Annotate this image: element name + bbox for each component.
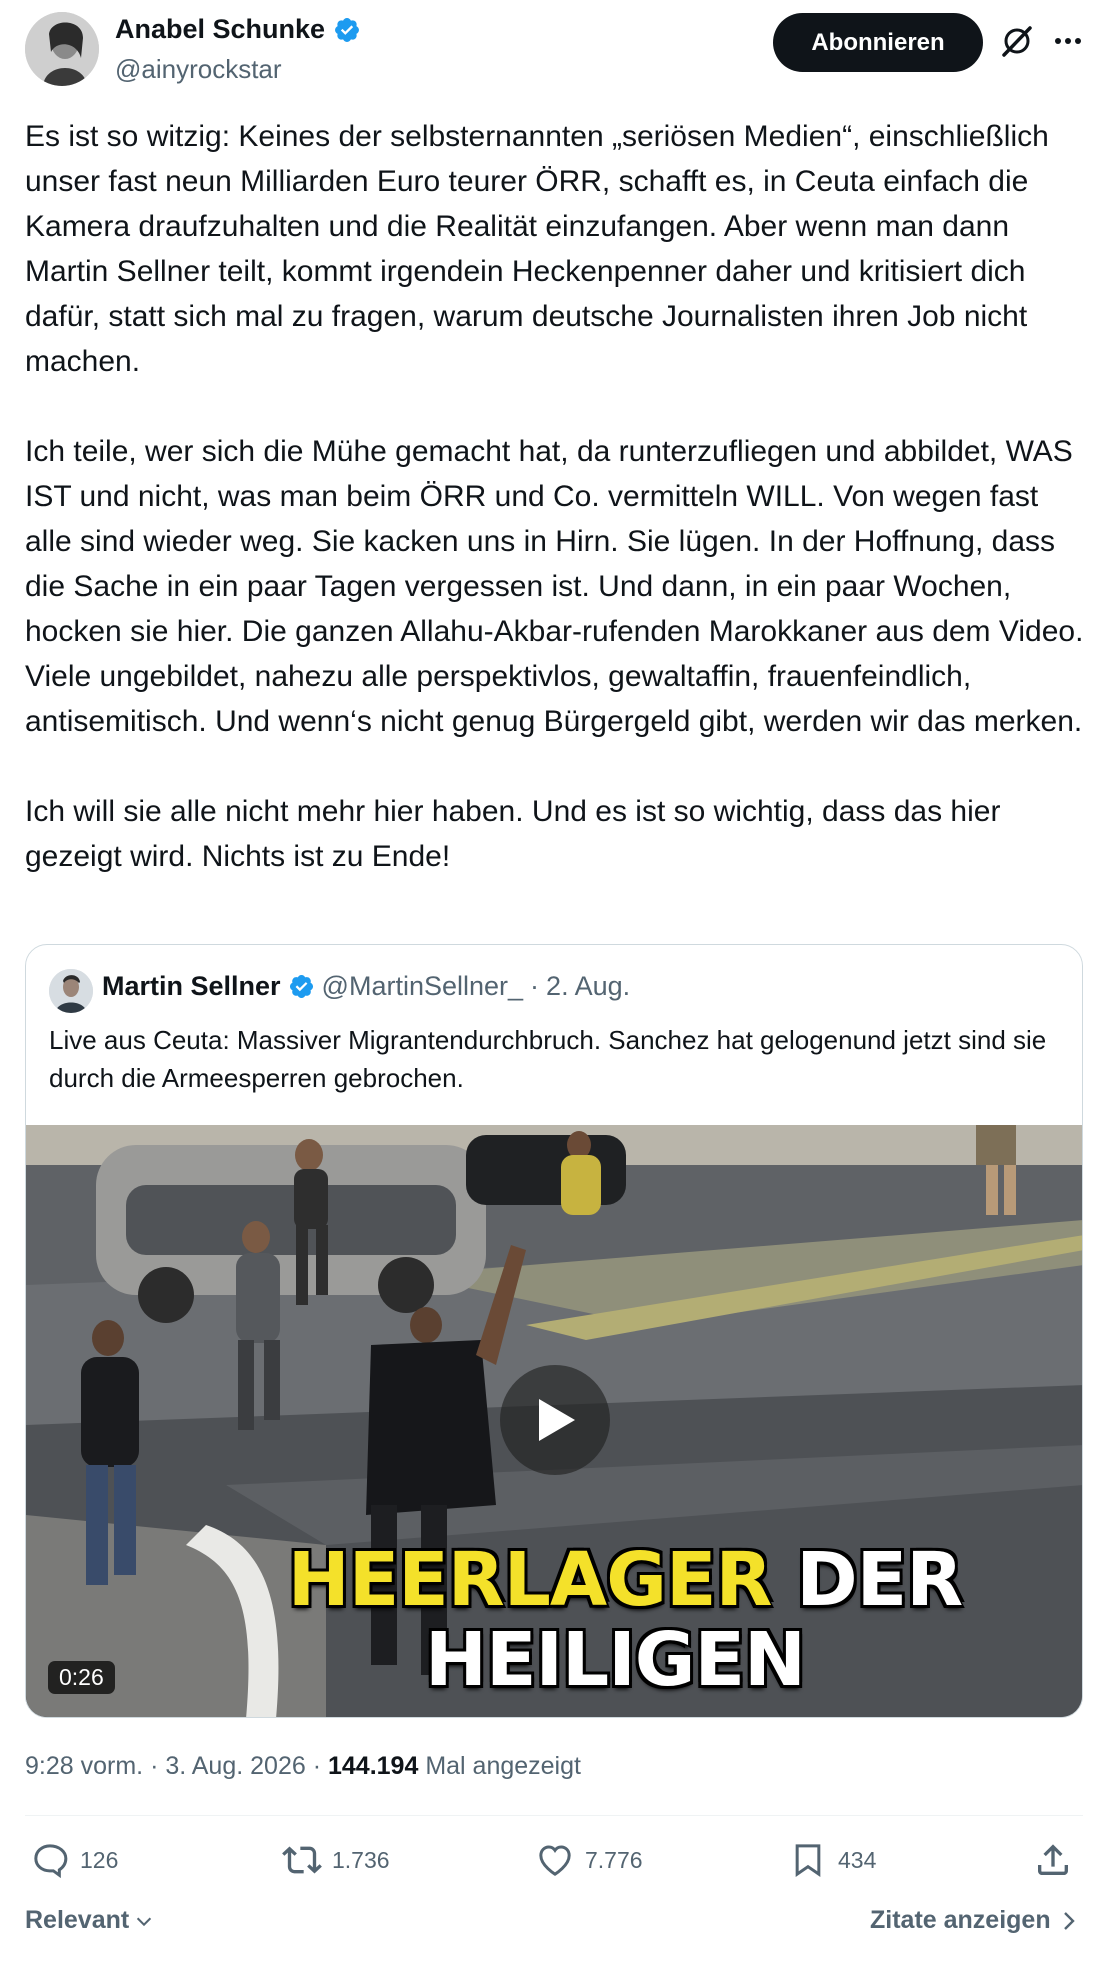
bookmark-icon xyxy=(795,1844,821,1878)
meta-separator: · xyxy=(150,1752,159,1780)
view-quotes-label: Zitate anzeigen xyxy=(870,1906,1051,1934)
more-dots-icon[interactable] xyxy=(1048,22,1088,60)
heart-icon xyxy=(539,1845,571,1876)
play-button[interactable] xyxy=(500,1365,610,1475)
like-button[interactable]: 7.776 xyxy=(535,1840,643,1880)
share-icon xyxy=(1038,1844,1068,1875)
tweet-date[interactable]: 3. Aug. 2026 xyxy=(165,1752,305,1780)
bookmark-count: 434 xyxy=(838,1846,877,1873)
view-quotes-link[interactable]: Zitate anzeigen xyxy=(870,1906,1079,1935)
view-count: 144.194 xyxy=(327,1752,419,1780)
reply-icon xyxy=(34,1844,68,1879)
reply-count: 126 xyxy=(80,1846,119,1873)
view-count-label: Mal angezeigt xyxy=(425,1752,581,1780)
quoted-header: Martin Sellner @MartinSellner_ · 2. Aug. xyxy=(102,971,630,1002)
reply-button[interactable]: 126 xyxy=(30,1840,118,1880)
quoted-author-avatar[interactable] xyxy=(49,969,93,1013)
video-caption-line2: HEILIGEN xyxy=(425,1617,806,1703)
quoted-text: Live aus Ceuta: Massiver Migrantendurchb… xyxy=(49,1025,1047,1093)
sort-label: Relevant xyxy=(25,1906,130,1934)
tweet-time[interactable]: 9:28 vorm. xyxy=(25,1752,143,1780)
grok-icon[interactable] xyxy=(998,22,1036,60)
author-avatar[interactable] xyxy=(25,12,99,86)
verified-badge-icon xyxy=(288,973,315,1000)
video-caption-line1: HEERLAGER DER xyxy=(26,1543,1082,1617)
chevron-right-icon xyxy=(1063,1911,1075,1930)
tweet-meta: 9:28 vorm. · 3. Aug. 2026 · 144.194 Mal … xyxy=(25,1752,581,1781)
quoted-separator: · xyxy=(530,971,540,1001)
author-handle[interactable]: @ainyrockstar xyxy=(115,54,282,85)
quoted-author-handle: @MartinSellner_ xyxy=(321,971,524,1001)
author-name-row[interactable]: Anabel Schunke xyxy=(115,14,361,45)
action-bar: 126 1.736 7.776 434 xyxy=(25,1840,1083,1892)
play-icon xyxy=(539,1399,575,1441)
caption-word-heerlager: HEERLAGER xyxy=(287,1537,773,1623)
meta-separator: · xyxy=(312,1752,322,1780)
video-duration: 0:26 xyxy=(48,1661,115,1694)
video-player[interactable]: HEERLAGER DER HEILIGEN 0:26 xyxy=(26,1125,1082,1717)
author-name[interactable]: Anabel Schunke xyxy=(115,14,325,45)
caption-word-der: DER xyxy=(796,1537,963,1623)
verified-badge-icon xyxy=(333,16,361,44)
like-count: 7.776 xyxy=(585,1846,643,1873)
repost-icon xyxy=(282,1846,322,1874)
repost-count: 1.736 xyxy=(332,1846,390,1873)
subscribe-button[interactable]: Abonnieren xyxy=(773,13,983,72)
chevron-down-icon xyxy=(137,1917,152,1926)
sort-dropdown[interactable]: Relevant xyxy=(25,1906,155,1935)
quoted-date: 2. Aug. xyxy=(546,971,631,1001)
share-button[interactable] xyxy=(1033,1840,1073,1880)
quoted-author-name[interactable]: Martin Sellner xyxy=(102,971,281,1002)
tweet-text: Es ist so witzig: Keines der selbsternan… xyxy=(25,120,1084,873)
quoted-tweet[interactable]: Martin Sellner @MartinSellner_ · 2. Aug.… xyxy=(25,944,1083,1718)
bookmark-button[interactable]: 434 xyxy=(788,1840,876,1880)
divider xyxy=(25,1815,1083,1816)
repost-button[interactable]: 1.736 xyxy=(282,1840,390,1880)
